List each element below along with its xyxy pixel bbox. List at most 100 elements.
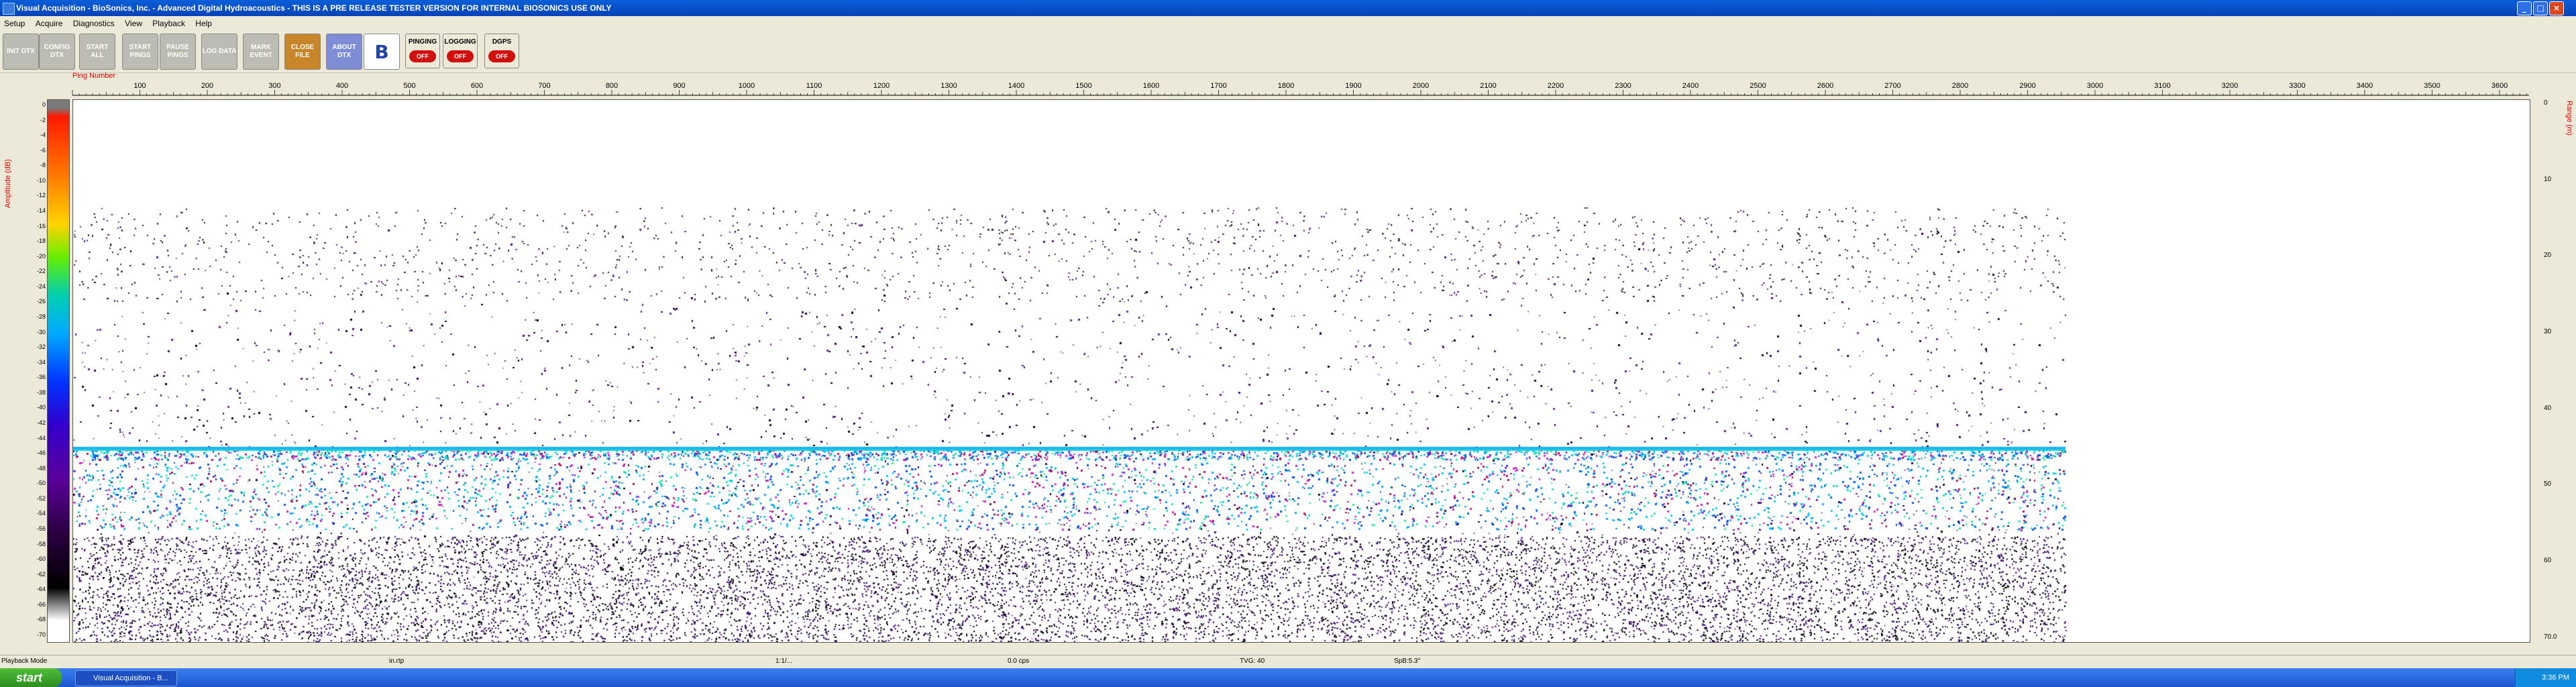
amplitude-tick-label: -68 (36, 616, 46, 623)
amplitude-tick-label: -60 (36, 556, 46, 563)
amplitude-tick-label: -70 (36, 631, 46, 638)
ping-tick-label: 3500 (2424, 82, 2440, 90)
amplitude-tick-label: -40 (36, 404, 46, 411)
range-axis: 0 10 20 30 40 50 60 70.0 (2530, 99, 2571, 641)
ping-tick-label: 1300 (941, 82, 957, 90)
amplitude-colorbar (47, 99, 70, 643)
log-data-button[interactable]: LOG DATA (201, 34, 237, 70)
amplitude-tick-label: -30 (36, 328, 46, 335)
ping-tick-label: 1200 (873, 82, 890, 90)
ping-tick-label: 2500 (1750, 82, 1766, 90)
start-button[interactable]: start (0, 668, 62, 687)
minimize-button[interactable]: _ (2517, 1, 2532, 15)
close-file-button[interactable]: CLOSE FILE (284, 34, 321, 70)
menu-bar: Setup Acquire Diagnostics View Playback … (0, 16, 2576, 31)
ping-tick-label: 2200 (1548, 82, 1564, 90)
toolbar: INIT DTX CONFIG DTX START ALL START PING… (0, 31, 2576, 73)
menu-view[interactable]: View (121, 16, 146, 28)
ping-tick-label: 3300 (2289, 82, 2305, 90)
amplitude-tick-label: -64 (36, 586, 46, 593)
amplitude-tick-label: -42 (36, 419, 46, 426)
amplitude-tick-label: -38 (36, 388, 46, 396)
amplitude-tick-label: -10 (36, 176, 46, 184)
clock: 3:36 PM (2542, 674, 2569, 682)
status-mode: Playback Mode (1, 657, 48, 665)
echogram-display[interactable] (72, 99, 2530, 643)
start-all-button[interactable]: START ALL (79, 34, 115, 70)
amplitude-tick-label: -26 (36, 298, 46, 305)
ping-tick-label: 700 (538, 82, 550, 90)
ping-tick-label: 600 (471, 82, 483, 90)
amplitude-tick-label: -6 (40, 146, 46, 154)
ping-tick-label: 500 (403, 82, 415, 90)
range-tick-label: 60 (2544, 557, 2552, 565)
menu-help[interactable]: Help (191, 16, 216, 28)
ping-tick-label: 2400 (1682, 82, 1699, 90)
taskbar: start Visual Acquisition - B... 3:36 PM (0, 668, 2576, 687)
status-tvg: TVG: 40 (1240, 657, 1265, 665)
ping-tick-label: 2100 (1480, 82, 1496, 90)
ping-tick-label: 2800 (1952, 82, 1968, 90)
ping-tick-label: 1100 (806, 82, 822, 90)
menu-playback[interactable]: Playback (148, 16, 189, 28)
pause-pings-button[interactable]: PAUSE PINGS (160, 34, 196, 70)
close-button[interactable]: × (2549, 1, 2564, 15)
range-tick-label: 10 (2544, 175, 2552, 183)
ping-tick-label: 1900 (1345, 82, 1361, 90)
amplitude-tick-label: 0 (42, 101, 46, 108)
amplitude-tick-label: -12 (36, 192, 46, 199)
about-dtx-button[interactable]: ABOUT DTX (326, 34, 362, 70)
amplitude-tick-label: -56 (36, 525, 46, 532)
amplitude-tick-label: -50 (36, 480, 46, 487)
logging-label: LOGGING (444, 38, 476, 46)
amplitude-tick-label: -4 (40, 131, 46, 139)
mark-event-button[interactable]: MARK EVENT (243, 34, 279, 70)
amplitude-tick-label: -62 (36, 570, 46, 578)
status-time: 1:1/... (775, 657, 793, 665)
range-axis-label: Range (m) (2565, 101, 2573, 136)
amplitude-tick-label: -34 (36, 358, 46, 366)
logging-indicator: LOGGING OFF (443, 34, 478, 68)
pinging-state: OFF (409, 50, 436, 62)
amplitude-tick-label: -20 (36, 252, 46, 260)
amplitude-tick-label: -52 (36, 494, 46, 502)
ping-tick-label: 1700 (1210, 82, 1226, 90)
ping-tick-label: 3400 (2357, 82, 2373, 90)
maximize-button[interactable]: □ (2533, 1, 2548, 15)
amplitude-tick-label: -24 (36, 282, 46, 290)
dgps-state: OFF (488, 50, 515, 62)
amplitude-tick-label: -8 (40, 162, 46, 169)
ping-tick-label: 1400 (1008, 82, 1024, 90)
echogram-canvas (73, 100, 2530, 642)
taskbar-item-visual-acquisition[interactable]: Visual Acquisition - B... (75, 670, 177, 686)
menu-acquire[interactable]: Acquire (32, 16, 67, 28)
amplitude-tick-label: -44 (36, 434, 46, 441)
amplitude-tick-label: -36 (36, 374, 46, 381)
amplitude-tick-label: -18 (36, 237, 46, 245)
pinging-label: PINGING (408, 38, 437, 46)
amplitude-tick-label: -46 (36, 450, 46, 457)
biosonics-logo-icon: B (364, 34, 400, 70)
config-dtx-button[interactable]: CONFIG DTX (39, 34, 75, 70)
pinging-indicator: PINGING OFF (405, 34, 440, 68)
ping-tick-label: 1000 (739, 82, 755, 90)
ping-axis: 100 200 300 400 500 600 700 800 900 1000 1100 1200 1… (72, 82, 2529, 96)
ping-tick-label: 400 (336, 82, 348, 90)
menu-diagnostics[interactable]: Diagnostics (69, 16, 119, 28)
init-dtx-button[interactable]: INIT DTX (3, 34, 39, 70)
range-tick-label: 70.0 (2544, 633, 2557, 641)
ping-tick-label: 2300 (1615, 82, 1631, 90)
menu-setup[interactable]: Setup (0, 16, 29, 28)
ping-tick-label: 900 (673, 82, 685, 90)
start-pings-button[interactable]: START PINGS (122, 34, 158, 70)
dgps-indicator: DGPS OFF (484, 34, 519, 68)
amplitude-tick-label: -28 (36, 313, 46, 320)
app-icon (3, 3, 15, 15)
range-tick-label: 40 (2544, 404, 2552, 412)
amplitude-tick-label: -32 (36, 344, 46, 351)
amplitude-tick-label: -66 (36, 600, 46, 608)
status-file: in.rtp (389, 657, 405, 665)
range-tick-label: 50 (2544, 480, 2552, 488)
ping-tick-label: 1800 (1278, 82, 1294, 90)
amplitude-tick-label: -54 (36, 510, 46, 517)
